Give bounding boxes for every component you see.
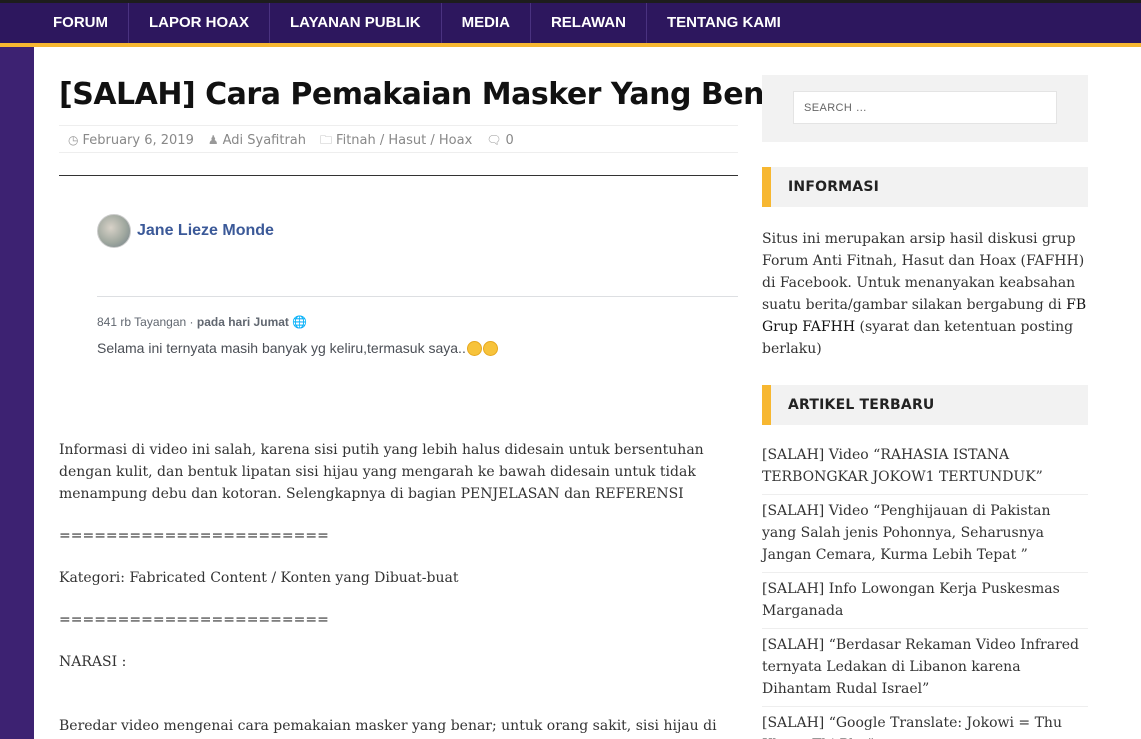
avatar[interactable] <box>97 214 131 248</box>
fb-divider <box>97 296 738 297</box>
facebook-embed: Jane Lieze Monde 841 rb Tayangan · pada … <box>59 175 738 423</box>
nav-media[interactable]: MEDIA <box>442 3 531 43</box>
list-item[interactable]: [SALAH] “Berdasar Rekaman Video Infrared… <box>762 634 1088 707</box>
grin-emoji-icon <box>482 341 498 356</box>
post-title: [SALAH] Cara Pemakaian Masker Yang Benar <box>59 77 799 112</box>
fb-profile-name[interactable]: Jane Lieze Monde <box>137 222 274 240</box>
search-widget <box>762 75 1088 142</box>
grin-emoji-icon <box>466 341 482 356</box>
informasi-text: Situs ini merupakan arsip hasil diskusi … <box>762 231 1087 357</box>
narasi-heading: NARASI : <box>59 654 127 670</box>
divider-line: ======================= <box>59 612 329 628</box>
fb-post-time[interactable]: pada hari Jumat <box>197 315 289 329</box>
body-paragraph: Beredar video mengenai cara pemakaian ma… <box>59 718 717 734</box>
informasi-title: INFORMASI <box>762 167 1088 207</box>
nav-lapor-hoax[interactable]: LAPOR HOAX <box>129 3 271 43</box>
main-nav: FORUM LAPOR HOAX LAYANAN PUBLIK MEDIA RE… <box>0 0 1141 47</box>
article: [SALAH] Cara Pemakaian Masker Yang Benar… <box>59 47 799 739</box>
post-date[interactable]: ◷ February 6, 2019 <box>68 126 194 152</box>
list-item[interactable]: [SALAH] Info Lowongan Kerja Puskesmas Ma… <box>762 578 1088 629</box>
clock-icon: ◷ <box>68 133 79 147</box>
list-item[interactable]: [SALAH] Video “RAHASIA ISTANA TERBONGKAR… <box>762 444 1088 495</box>
content-page: [SALAH] Cara Pemakaian Masker Yang Benar… <box>34 47 1141 739</box>
nav-relawan[interactable]: RELAWAN <box>531 3 647 43</box>
fb-separator: · <box>189 315 194 329</box>
list-item[interactable]: [SALAH] Video “Penghijauan di Pakistan y… <box>762 500 1088 573</box>
fb-post-stats: 841 rb Tayangan · pada hari Jumat 🌐 <box>97 315 307 329</box>
globe-icon: 🌐 <box>292 315 308 329</box>
fb-caption-text: Selama ini ternyata masih banyak yg keli… <box>97 340 466 356</box>
fb-caption: Selama ini ternyata masih banyak yg keli… <box>97 340 498 356</box>
nav-tentang-kami[interactable]: TENTANG KAMI <box>647 3 801 43</box>
recent-articles-title: ARTIKEL TERBARU <box>762 385 1088 425</box>
list-item[interactable]: [SALAH] “Google Translate: Jokowi = Thu … <box>762 712 1088 739</box>
sidebar: INFORMASI Situs ini merupakan arsip hasi… <box>762 75 1088 739</box>
nav-layanan-publik[interactable]: LAYANAN PUBLIK <box>270 3 442 43</box>
post-author[interactable]: ♟ Adi Syafitrah <box>208 126 306 152</box>
category-line: Kategori: Fabricated Content / Konten ya… <box>59 570 459 586</box>
search-input[interactable] <box>793 91 1057 124</box>
comment-icon: 🗨 <box>486 133 502 147</box>
nav-forum[interactable]: FORUM <box>0 3 129 43</box>
post-comments[interactable]: 🗨 0 <box>486 126 514 152</box>
folder-icon: 🗀 <box>320 133 333 147</box>
fb-post-header: Jane Lieze Monde <box>97 214 274 248</box>
user-icon: ♟ <box>207 133 219 147</box>
post-meta: ◷ February 6, 2019 ♟ Adi Syafitrah 🗀 Fitnah… <box>59 125 738 153</box>
fb-views-count: 841 rb Tayangan <box>97 315 187 329</box>
post-body: Informasi di video ini salah, karena sis… <box>59 439 738 737</box>
post-category[interactable]: 🗀 Fitnah / Hasut / Hoax <box>320 126 472 152</box>
recent-articles-list: [SALAH] Video “RAHASIA ISTANA TERBONGKAR… <box>762 444 1088 739</box>
body-paragraph: Informasi di video ini salah, karena sis… <box>59 442 704 502</box>
divider-line: ======================= <box>59 528 329 544</box>
